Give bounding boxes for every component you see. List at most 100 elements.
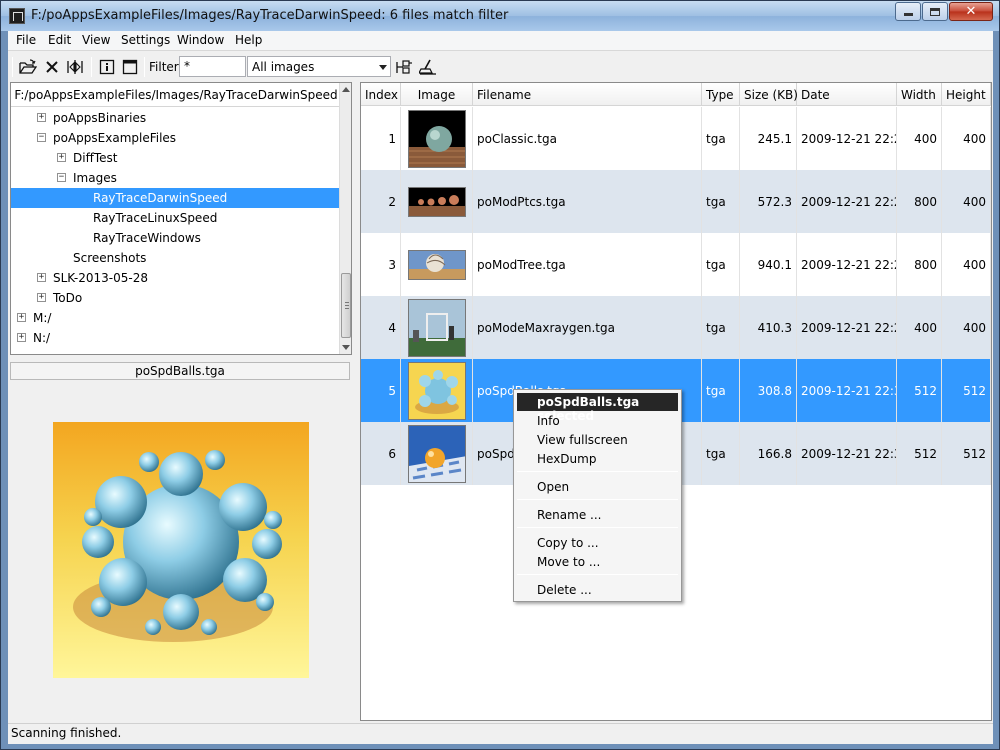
collapse-icon[interactable]: − [57,173,66,182]
tree-item-label: RayTraceWindows [93,231,201,245]
cell-date: 2009-12-21 22:28 [797,296,897,359]
info-icon [99,59,115,75]
title-bar[interactable]: F:/poAppsExampleFiles/Images/RayTraceDar… [1,1,999,31]
menu-item-view-fullscreen[interactable]: View fullscreen [537,433,628,447]
expand-icon[interactable]: + [37,273,46,282]
delete-button[interactable] [41,56,63,78]
flip-button[interactable] [64,56,86,78]
filter-input[interactable]: * [179,56,246,77]
cell-date: 2009-12-21 22:28 [797,107,897,170]
cell-image [401,359,473,422]
menu-file[interactable]: File [14,33,38,47]
window-title: F:/poAppsExampleFiles/Images/RayTraceDar… [31,8,509,23]
table-row[interactable]: 1 poClassic.tga tga 245.1 2009-12-21 22:… [361,107,991,170]
scrollbar-thumb[interactable] [341,273,351,338]
cell-index: 1 [361,107,401,170]
tree-item-poappsbinaries[interactable]: + poAppsBinaries [11,108,341,128]
filter-type-select[interactable]: All images [247,56,391,77]
flip-icon [67,60,83,74]
table-row[interactable]: 2 poModPtcs.tga tga 572.3 2009-12-21 22:… [361,170,991,233]
tree-item-todo[interactable]: + ToDo [11,288,341,308]
column-height[interactable]: Height [942,83,991,106]
column-width[interactable]: Width [897,83,942,106]
tree-item-n-drive[interactable]: + N:/ [11,328,341,348]
scroll-down-icon[interactable] [342,345,350,350]
menu-item-open[interactable]: Open [537,480,569,494]
scroll-up-icon[interactable] [342,87,350,92]
tree-item-poappsexamplefiles[interactable]: − poAppsExampleFiles [11,128,341,148]
cell-index: 5 [361,359,401,422]
tree-item-m-drive[interactable]: + M:/ [11,308,341,328]
status-bar: Scanning finished. [8,723,993,744]
cell-size: 572.3 [740,170,797,233]
menu-edit[interactable]: Edit [46,33,73,47]
menu-view[interactable]: View [80,33,112,47]
expand-icon[interactable]: + [17,333,26,342]
close-x-icon [46,61,58,73]
table-row[interactable]: 3 poModTree.tga tga 940.1 2009-12-21 22:… [361,233,991,296]
cell-type: tga [702,296,740,359]
directory-tree[interactable]: F:/poAppsExampleFiles/Images/RayTraceDar… [10,82,352,355]
cell-filename: poClassic.tga [473,107,702,170]
column-type[interactable]: Type [702,83,740,106]
preview-filename: poSpdBalls.tga [10,362,350,380]
cell-type: tga [702,233,740,296]
column-date[interactable]: Date [797,83,897,106]
minimize-button[interactable] [895,2,921,21]
menu-settings[interactable]: Settings [119,33,172,47]
cell-size: 940.1 [740,233,797,296]
cell-date: 2009-12-21 22:29 [797,233,897,296]
cell-filename: poModeMaxraygen.tga [473,296,702,359]
menu-window[interactable]: Window [175,33,226,47]
maximize-button[interactable] [922,2,948,21]
thumbnail-image [407,186,466,217]
expand-icon[interactable]: + [17,313,26,322]
cell-image [401,296,473,359]
image-tools-button[interactable] [393,56,415,78]
sweep-button[interactable] [417,56,439,78]
menu-item-delete[interactable]: Delete ... [537,583,592,597]
tree-scrollbar[interactable] [339,83,351,354]
expand-icon[interactable]: + [57,153,66,162]
expand-icon[interactable]: + [37,293,46,302]
tree-item-images[interactable]: − Images [11,168,341,188]
tree-item-difftest[interactable]: + DiffTest [11,148,341,168]
column-size[interactable]: Size (KB) [740,83,798,106]
menu-help[interactable]: Help [233,33,264,47]
open-folder-button[interactable] [17,56,39,78]
fullscreen-button[interactable] [119,56,141,78]
menu-item-info[interactable]: Info [537,414,560,428]
table-header: Index Image Filename Type Size (KB) Date… [361,83,991,106]
column-filename[interactable]: Filename [473,83,702,106]
window-controls: ✕ [894,2,993,21]
sweep-icon [419,59,436,75]
thumbnail-image [407,424,466,483]
menu-item-hexdump[interactable]: HexDump [537,452,596,466]
status-text: Scanning finished. [11,726,122,740]
table-row[interactable]: 4 poModeMaxraygen.tga tga 410.3 2009-12-… [361,296,991,359]
cell-size: 166.8 [740,422,797,485]
tree-item-raytracedarwinspeed[interactable]: RayTraceDarwinSpeed [11,188,341,208]
expand-icon[interactable]: + [37,113,46,122]
tree-item-slk[interactable]: + SLK-2013-05-28 [11,268,341,288]
menu-item-move-to[interactable]: Move to ... [537,555,600,569]
cell-date: 2009-12-21 22:31 [797,359,897,422]
cell-height: 512 [942,422,991,485]
tree-item-screenshots[interactable]: Screenshots [11,248,341,268]
collapse-icon[interactable]: − [37,133,46,142]
column-image[interactable]: Image [401,83,473,106]
menu-item-rename[interactable]: Rename ... [537,508,601,522]
preview-image[interactable] [53,422,309,678]
tree-item-raytracelinuxspeed[interactable]: RayTraceLinuxSpeed [11,208,341,228]
info-button[interactable] [96,56,118,78]
filter-label: Filter: [149,60,183,74]
close-window-button[interactable]: ✕ [949,2,993,21]
column-index[interactable]: Index [361,83,401,106]
grip-line [345,305,349,306]
tree-item-raytracewindows[interactable]: RayTraceWindows [11,228,341,248]
filter-type-value: All images [252,60,315,74]
cell-size: 410.3 [740,296,797,359]
menu-item-copy-to[interactable]: Copy to ... [537,536,599,550]
toolbar-separator [144,57,145,77]
cell-type: tga [702,422,740,485]
